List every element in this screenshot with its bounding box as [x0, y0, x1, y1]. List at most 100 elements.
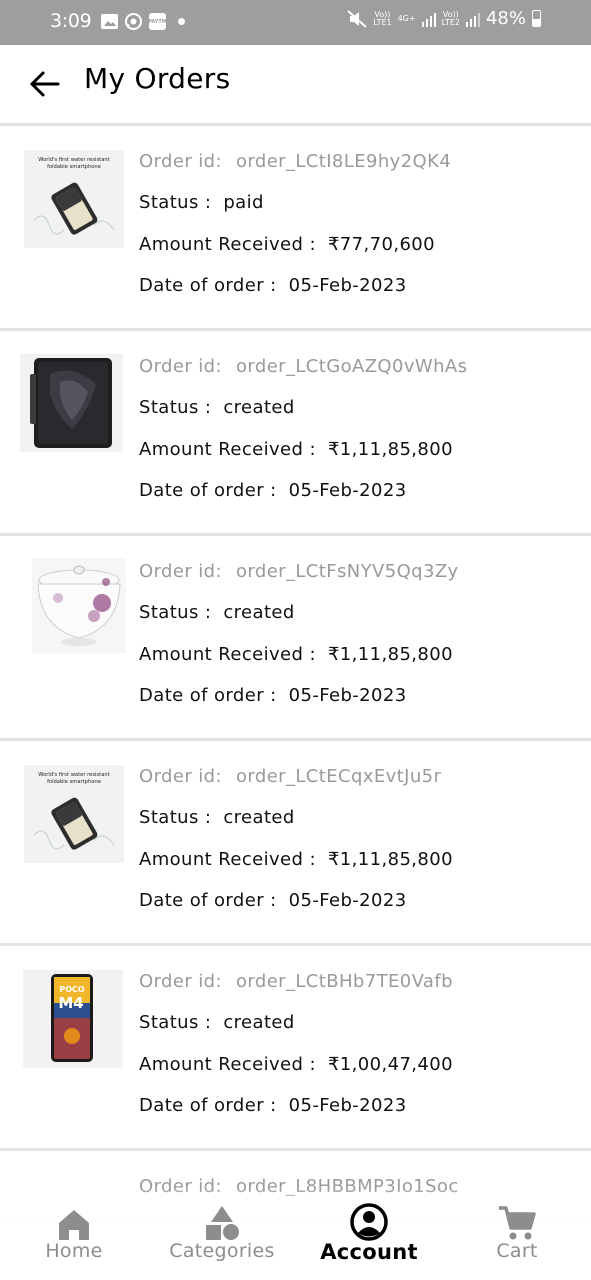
order-info: Order id: order_LCtFsNYV5Qq3Zy Status : cr… — [139, 561, 459, 726]
date-value: 05-Feb-2023 — [288, 1094, 407, 1116]
amount-value: ₹1,11,85,800 — [327, 643, 453, 665]
amount-label: Amount Received : — [139, 233, 316, 255]
cart-icon — [499, 1206, 536, 1240]
svg-text:foldable smartphone: foldable smartphone — [47, 779, 101, 785]
order-id-value: order_LCtFsNYV5Qq3Zy — [235, 561, 459, 582]
status-value: created — [223, 602, 295, 624]
date-label: Date of order : — [139, 479, 277, 501]
order-id-value: order_LCtECqxEvtJu5r — [235, 766, 442, 787]
nav-cart-label: Cart — [496, 1240, 538, 1262]
date-row: Date of order : 05-Feb-2023 — [139, 1095, 453, 1136]
amount-label: Amount Received : — [139, 848, 316, 870]
mute-icon — [347, 9, 367, 28]
status-row: Status : created — [139, 397, 467, 438]
status-value: created — [223, 1012, 295, 1034]
foldable-phone-caption: World's first water resistant — [38, 157, 109, 163]
nav-account-label: Account — [320, 1240, 418, 1264]
paytm-icon-label: PAYTM — [148, 18, 167, 25]
foldable-phone-image: World's first water resistant foldable s… — [24, 150, 124, 248]
order-id-row: Order id: order_LCtBHb7TE0Vafb — [139, 971, 453, 1012]
status-value: created — [223, 397, 295, 419]
date-row: Date of order : 05-Feb-2023 — [139, 275, 451, 316]
order-id-value: order_LCtI8LE9hy2QK4 — [235, 151, 452, 172]
back-button[interactable] — [28, 69, 62, 99]
order-id-label: Order id: — [139, 971, 222, 992]
status-row: Status : paid — [139, 192, 451, 233]
poco-phone-image: POCO M4 — [23, 970, 123, 1068]
status-label: Status : — [139, 1012, 212, 1034]
status-row: Status : created — [139, 1012, 453, 1053]
order-info: Order id: order_LCtI8LE9hy2QK4 Status : pa… — [139, 151, 451, 316]
order-info: Order id: order_LCtECqxEvtJu5r Status : cr… — [139, 766, 453, 931]
amount-row: Amount Received : ₹1,11,85,800 — [139, 644, 459, 685]
notification-icons: PAYTM — [101, 12, 185, 31]
status-row: Status : created — [139, 807, 453, 848]
amount-row: Amount Received : ₹1,11,85,800 — [139, 439, 467, 480]
foldable-phone-image: World's first water resistant foldable s… — [24, 765, 124, 863]
date-row: Date of order : 05-Feb-2023 — [139, 685, 459, 726]
status-label: Status : — [139, 807, 212, 829]
date-label: Date of order : — [139, 1094, 277, 1116]
order-id-label: Order id: — [139, 561, 222, 582]
amount-row: Amount Received : ₹1,11,85,800 — [139, 849, 453, 890]
network-sim1-label: Vo)) LTE1 — [373, 9, 392, 27]
order-card[interactable]: Order id: order_LCtFsNYV5Qq3Zy Status : cr… — [0, 536, 591, 741]
date-row: Date of order : 05-Feb-2023 — [139, 480, 467, 521]
date-value: 05-Feb-2023 — [288, 274, 407, 296]
nav-home[interactable]: Home — [4, 1202, 144, 1262]
more-notifications-dot — [178, 18, 185, 25]
amount-value: ₹1,11,85,800 — [327, 848, 453, 870]
order-id-value: order_LCtGoAZQ0vWhAs — [235, 356, 468, 377]
status-label: Status : — [139, 192, 212, 214]
status-row: Status : created — [139, 602, 459, 643]
amount-row: Amount Received : ₹77,70,600 — [139, 234, 451, 275]
order-id-row: Order id: order_LCtECqxEvtJu5r — [139, 766, 453, 807]
signal-sim1-icon — [421, 11, 436, 27]
tablet-image — [20, 354, 123, 452]
order-info: Order id: order_LCtGoAZQ0vWhAs Status : cr… — [139, 356, 467, 521]
network-sim2-label: Vo)) LTE2 — [441, 9, 460, 27]
order-id-value: order_LCtBHb7TE0Vafb — [235, 971, 453, 992]
order-card[interactable]: POCO M4 Order id: order_LCtBHb7TE0Vafb St… — [0, 946, 591, 1151]
status-label: Status : — [139, 397, 212, 419]
nav-home-label: Home — [45, 1240, 103, 1262]
poco-phone-caption: POCO — [59, 985, 85, 994]
amount-row: Amount Received : ₹1,00,47,400 — [139, 1054, 453, 1095]
svg-text:M4: M4 — [58, 994, 83, 1012]
order-id-row: Order id: order_LCtGoAZQ0vWhAs — [139, 356, 467, 397]
order-card[interactable]: Order id: order_LCtGoAZQ0vWhAs Status : cr… — [0, 331, 591, 536]
nav-account[interactable]: Account — [299, 1202, 439, 1264]
ceramic-bowl-image — [32, 558, 126, 653]
foldable-phone-caption: World's first water resistant — [38, 772, 109, 778]
orders-list: World's first water resistant foldable s… — [0, 126, 591, 1224]
status-value: paid — [223, 192, 264, 214]
order-id-row: Order id: order_LCtI8LE9hy2QK4 — [139, 151, 451, 192]
date-label: Date of order : — [139, 274, 277, 296]
amount-label: Amount Received : — [139, 1053, 316, 1075]
amount-value: ₹77,70,600 — [327, 233, 436, 255]
nav-cart[interactable]: Cart — [447, 1202, 587, 1262]
status-bar: 3:09 PAYTM Vo)) LTE1 4G+ Vo)) LTE2 48% — [0, 0, 591, 45]
nav-categories[interactable]: Categories — [152, 1202, 292, 1262]
order-id-label: Order id: — [139, 151, 222, 172]
gallery-icon — [101, 14, 118, 29]
paytm-icon: PAYTM — [148, 13, 167, 30]
order-id-label: Order id: — [139, 766, 222, 787]
date-value: 05-Feb-2023 — [288, 889, 407, 911]
order-card[interactable]: World's first water resistant foldable s… — [0, 126, 591, 331]
date-row: Date of order : 05-Feb-2023 — [139, 890, 453, 931]
order-id-row: Order id: order_LCtFsNYV5Qq3Zy — [139, 561, 459, 602]
nav-categories-label: Categories — [169, 1240, 275, 1262]
status-label: Status : — [139, 602, 212, 624]
date-value: 05-Feb-2023 — [288, 684, 407, 706]
categories-icon — [206, 1206, 239, 1240]
status-value: created — [223, 807, 295, 829]
status-time: 3:09 — [50, 10, 92, 32]
date-label: Date of order : — [139, 684, 277, 706]
arrow-left-icon — [30, 71, 60, 97]
bottom-navigation: Home Categories Account Cart — [0, 1188, 591, 1280]
order-card[interactable]: World's first water resistant foldable s… — [0, 741, 591, 946]
amount-label: Amount Received : — [139, 438, 316, 460]
signal-sim2-icon — [465, 11, 480, 27]
date-label: Date of order : — [139, 889, 277, 911]
